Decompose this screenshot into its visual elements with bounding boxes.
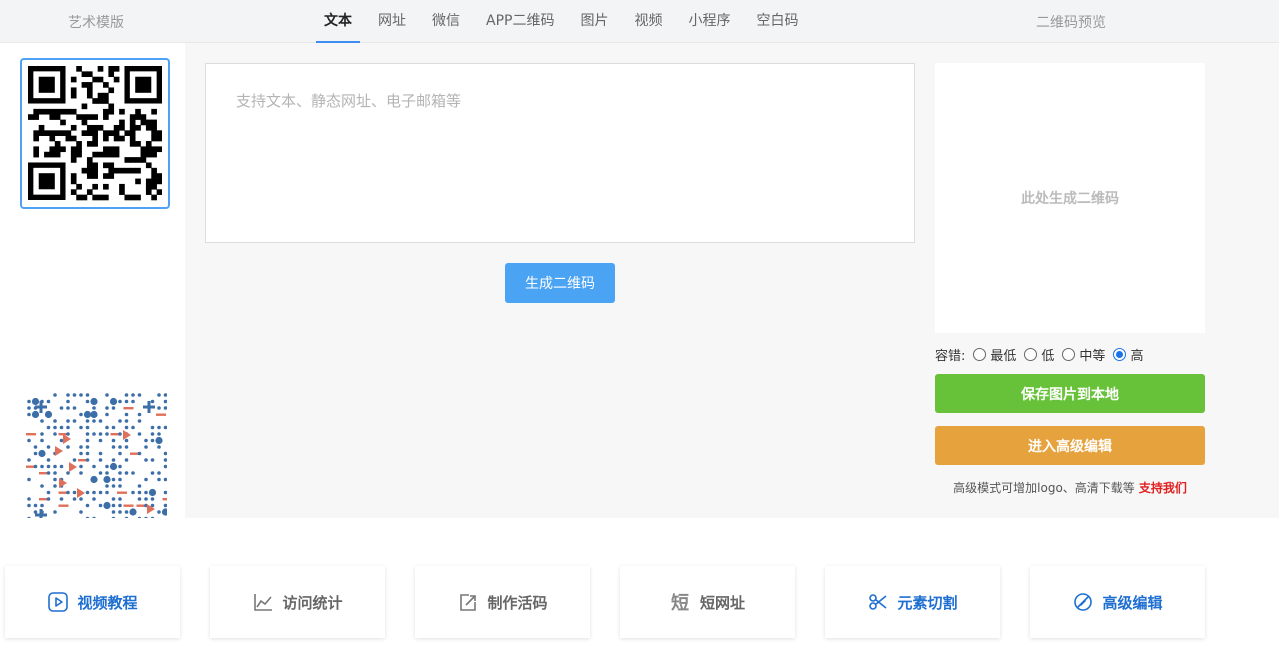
qr-preview: 此处生成二维码 [935, 63, 1205, 333]
tab-app-qrcode[interactable]: APP二维码 [478, 0, 562, 43]
edit-slash-icon [1072, 591, 1094, 613]
template-title: 艺术模版 [68, 15, 124, 31]
option-label: 低 [1041, 349, 1055, 364]
tolerance-lowest[interactable]: 最低 [973, 345, 1016, 364]
template-classic-qr[interactable] [20, 58, 170, 209]
tab-wechat[interactable]: 微信 [424, 0, 468, 43]
note-text: 高级模式可增加logo、高清下载等 [953, 481, 1135, 495]
radio-checked-icon[interactable] [1113, 348, 1127, 361]
advanced-note: 高级模式可增加logo、高清下载等 支持我们 [935, 479, 1205, 496]
radio-icon[interactable] [973, 348, 987, 361]
preview-panel: 此处生成二维码 容错: 最低 低 中等 高 保存图片到本地 进入高级编辑 高级模… [930, 43, 1279, 518]
tolerance-medium[interactable]: 中等 [1062, 345, 1105, 364]
play-icon [47, 591, 69, 613]
preview-placeholder: 此处生成二维码 [1021, 191, 1119, 207]
save-image-button[interactable]: 保存图片到本地 [935, 374, 1205, 413]
feature-advanced-edit[interactable]: 高级编辑 [1030, 566, 1205, 638]
error-tolerance: 容错: 最低 低 中等 高 [935, 345, 1143, 364]
generate-button[interactable]: 生成二维码 [505, 263, 615, 303]
feature-label: 高级编辑 [1102, 593, 1163, 612]
feature-label: 视频教程 [77, 593, 138, 612]
preview-title: 二维码预览 [1036, 15, 1106, 31]
template-panel [5, 43, 185, 518]
art-qr-icon [26, 393, 167, 518]
tab-miniprogram[interactable]: 小程序 [680, 0, 738, 43]
feature-label: 制作活码 [487, 593, 548, 612]
content-input[interactable] [205, 63, 915, 243]
type-tabs: 文本 网址 微信 APP二维码 图片 视频 小程序 空白码 [316, 0, 816, 43]
feature-video-tutorial[interactable]: 视频教程 [5, 566, 180, 638]
feature-label: 访问统计 [282, 593, 343, 612]
template-art-qr[interactable] [25, 391, 167, 518]
tab-text[interactable]: 文本 [316, 0, 360, 43]
feature-short-url[interactable]: 短 短网址 [620, 566, 795, 638]
svg-text:短: 短 [671, 592, 689, 613]
tolerance-high[interactable]: 高 [1113, 345, 1143, 364]
qr-code-icon [28, 66, 163, 201]
feature-bar: 视频教程 访问统计 制作活码 短 短网址 元素切割 高级编辑 [5, 566, 1215, 638]
share-edit-icon [457, 591, 479, 613]
short-char-icon: 短 [670, 591, 692, 613]
option-label: 中等 [1079, 349, 1106, 364]
option-label: 最低 [990, 349, 1017, 364]
radio-icon[interactable] [1062, 348, 1076, 361]
tab-url[interactable]: 网址 [370, 0, 414, 43]
advanced-edit-button[interactable]: 进入高级编辑 [935, 426, 1205, 465]
scissors-icon [867, 591, 889, 613]
tab-blank-code[interactable]: 空白码 [748, 0, 806, 43]
editor-area: 生成二维码 [185, 43, 930, 518]
chart-icon [252, 591, 274, 613]
support-link[interactable]: 支持我们 [1139, 481, 1187, 495]
tab-video[interactable]: 视频 [626, 0, 670, 43]
feature-dynamic-code[interactable]: 制作活码 [415, 566, 590, 638]
radio-icon[interactable] [1024, 348, 1038, 361]
feature-label: 元素切割 [897, 593, 958, 612]
tab-image[interactable]: 图片 [572, 0, 616, 43]
feature-label: 短网址 [699, 593, 745, 612]
top-bar: 艺术模版 文本 网址 微信 APP二维码 图片 视频 小程序 空白码 二维码预览 [0, 0, 1279, 43]
option-label: 高 [1130, 349, 1144, 364]
feature-element-cut[interactable]: 元素切割 [825, 566, 1000, 638]
feature-visit-stats[interactable]: 访问统计 [210, 566, 385, 638]
tolerance-low[interactable]: 低 [1024, 345, 1054, 364]
tolerance-label: 容错: [935, 349, 966, 364]
